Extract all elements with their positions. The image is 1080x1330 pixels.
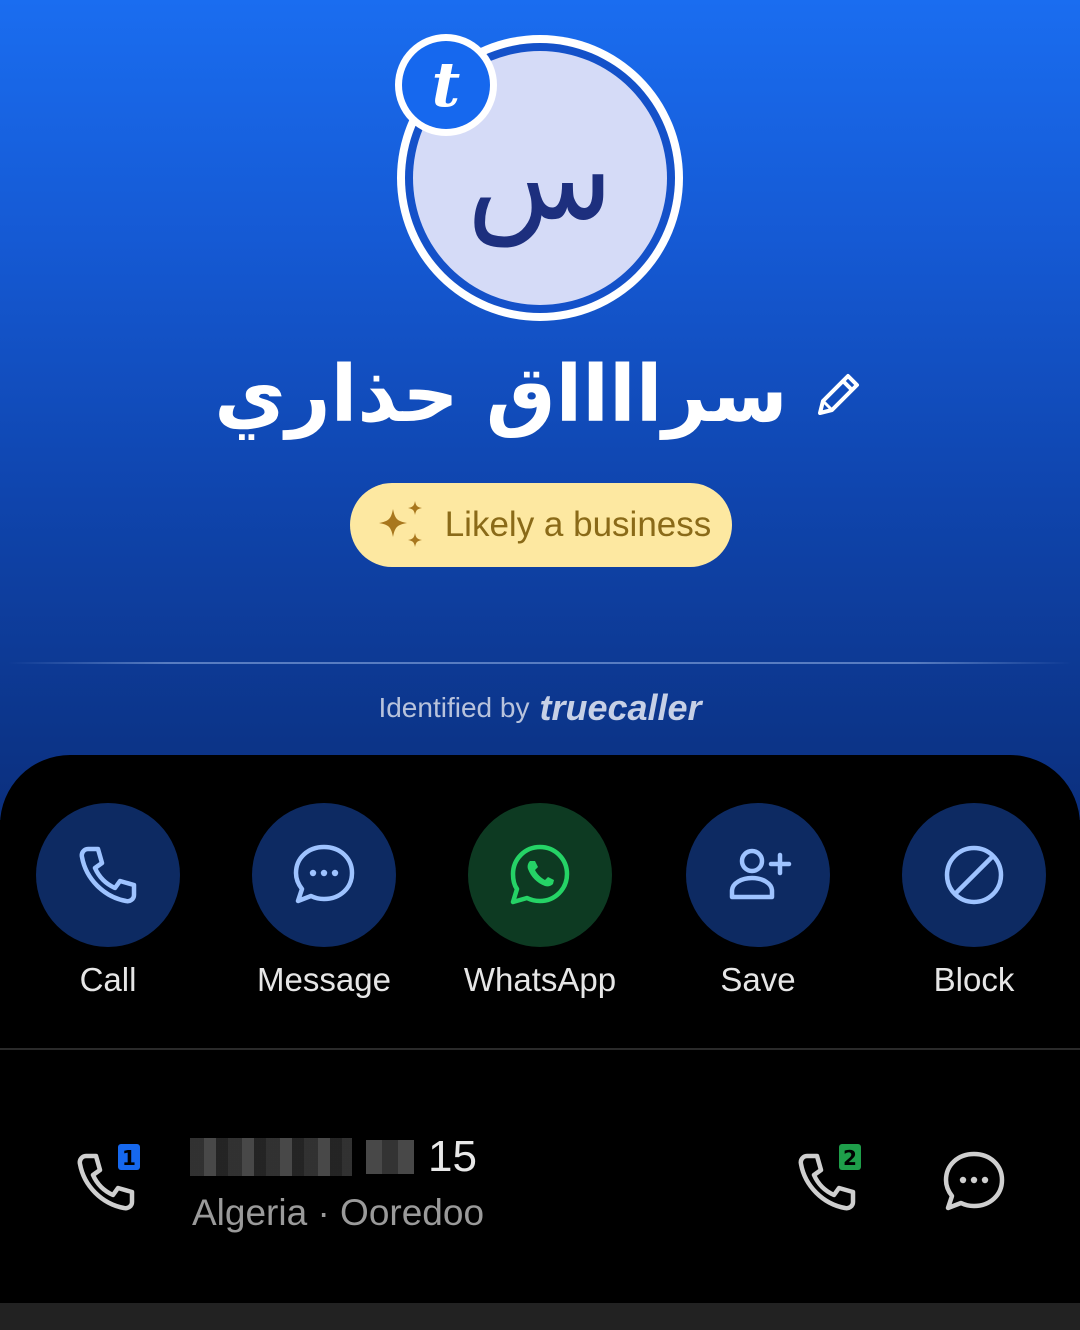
section-divider bbox=[0, 1048, 1080, 1050]
save-button[interactable]: Save bbox=[650, 803, 866, 999]
sim2-number: 2 bbox=[843, 1146, 857, 1170]
truecaller-badge-icon: t bbox=[395, 34, 497, 136]
message-button[interactable]: Message bbox=[216, 803, 432, 999]
message-label: Message bbox=[257, 961, 391, 998]
number-suffix: 15 bbox=[428, 1132, 477, 1181]
action-bar: Call Message WhatsApp Save Block bbox=[0, 803, 1080, 1003]
block-button[interactable]: Block bbox=[866, 803, 1080, 999]
business-badge[interactable]: Likely a business bbox=[350, 483, 732, 567]
chat-bubble-icon bbox=[293, 844, 355, 904]
call-sim1-icon[interactable]: 1 bbox=[72, 1142, 152, 1222]
pencil-edit-icon[interactable] bbox=[810, 367, 866, 423]
redacted-digits bbox=[366, 1140, 414, 1174]
contact-name-row: سرااااق حذاري bbox=[0, 340, 1080, 450]
identified-by: Identified by truecaller bbox=[0, 680, 1080, 736]
block-circle[interactable] bbox=[902, 803, 1046, 947]
block-icon bbox=[944, 845, 1004, 905]
save-label: Save bbox=[720, 961, 796, 998]
sparkle-icon bbox=[378, 501, 422, 547]
divider bbox=[8, 662, 1072, 664]
call-label: Call bbox=[79, 961, 137, 998]
save-circle[interactable] bbox=[686, 803, 830, 947]
profile-header: س t سرااااق حذاري Likely a business Iden… bbox=[0, 0, 1080, 820]
call-button[interactable]: Call bbox=[0, 803, 216, 999]
phone-number: 15 bbox=[190, 1122, 477, 1192]
redacted-digits bbox=[190, 1138, 352, 1176]
add-person-icon bbox=[729, 848, 792, 900]
contact-name: سرااااق حذاري bbox=[214, 350, 788, 440]
sim1-number: 1 bbox=[122, 1146, 136, 1170]
phone-number-row[interactable]: 1 15 Algeria · Ooredoo 2 bbox=[0, 1110, 1080, 1250]
whatsapp-icon bbox=[510, 844, 570, 905]
message-circle[interactable] bbox=[252, 803, 396, 947]
block-label: Block bbox=[933, 961, 1015, 998]
carrier-info: Algeria · Ooredoo bbox=[192, 1192, 485, 1233]
badge-letter: t bbox=[402, 41, 490, 129]
identified-label: Identified by bbox=[378, 692, 530, 723]
call-sim2-icon[interactable]: 2 bbox=[793, 1142, 873, 1222]
message-icon[interactable] bbox=[938, 1146, 1010, 1218]
whatsapp-circle[interactable] bbox=[468, 803, 612, 947]
whatsapp-label: WhatsApp bbox=[463, 961, 617, 998]
business-label: Likely a business bbox=[444, 505, 712, 544]
phone-icon bbox=[79, 846, 137, 904]
whatsapp-button[interactable]: WhatsApp bbox=[432, 803, 648, 999]
bottom-edge bbox=[0, 1303, 1080, 1330]
truecaller-logo: truecaller bbox=[539, 687, 702, 728]
call-circle[interactable] bbox=[36, 803, 180, 947]
